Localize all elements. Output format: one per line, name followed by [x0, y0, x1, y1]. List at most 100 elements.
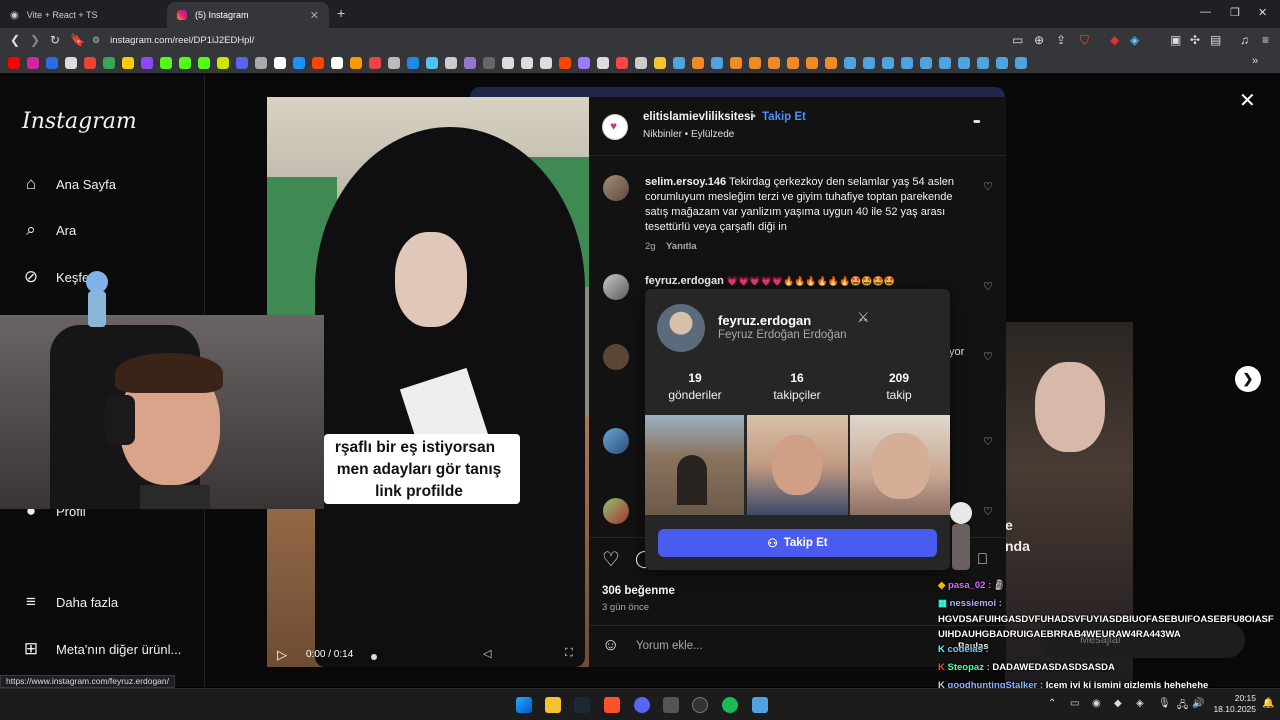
comment-avatar[interactable] — [603, 274, 629, 300]
bookmark-icon[interactable] — [768, 56, 780, 69]
volume-icon[interactable]: ◁ — [483, 647, 491, 660]
drive-icon[interactable] — [103, 56, 115, 69]
bookmark-icon[interactable] — [597, 56, 609, 69]
reddit-icon[interactable] — [559, 56, 571, 69]
x-icon[interactable] — [274, 56, 286, 69]
extension-icon[interactable]: ◆ — [1110, 33, 1119, 47]
steam-icon[interactable] — [977, 56, 989, 69]
steam-icon[interactable] — [920, 56, 932, 69]
share-icon[interactable]: ⇪ — [1056, 33, 1066, 47]
reply-button[interactable]: Yanıtla — [666, 241, 697, 252]
folder-icon[interactable] — [545, 697, 561, 713]
kick-icon[interactable] — [179, 56, 191, 69]
new-tab-icon[interactable]: + — [337, 5, 345, 21]
steam-icon[interactable] — [574, 697, 590, 713]
sidebar-item-more[interactable]: ≡ Daha fazla — [20, 591, 118, 613]
sidebar-icon[interactable]: ▤ — [1210, 33, 1221, 47]
follow-author-button[interactable]: Takip Et — [762, 111, 806, 123]
more-options-icon[interactable]: ••• — [973, 116, 980, 128]
youtube-icon[interactable] — [8, 56, 20, 69]
bookmark-icon[interactable] — [331, 56, 343, 69]
discord-icon[interactable] — [634, 697, 650, 713]
minimize-icon[interactable]: — — [1200, 6, 1211, 18]
instagram-logo[interactable]: Instagram — [22, 109, 137, 134]
steam-icon[interactable] — [901, 56, 913, 69]
save-icon[interactable]: ⎕ — [978, 551, 987, 568]
instagram-icon[interactable] — [27, 56, 39, 69]
steam-icon[interactable] — [939, 56, 951, 69]
steam-icon[interactable] — [844, 56, 856, 69]
maximize-icon[interactable]: ❐ — [1230, 6, 1240, 19]
like-comment-icon[interactable]: ♡ — [983, 505, 993, 518]
comment-avatar[interactable] — [603, 428, 629, 454]
comment-user[interactable]: selim.ersoy.146 — [645, 176, 726, 188]
bookmark-icon[interactable] — [407, 56, 419, 69]
bookmark-icon[interactable] — [540, 56, 552, 69]
twitch-icon[interactable] — [141, 56, 153, 69]
bookmark-icon[interactable] — [46, 56, 58, 69]
back-icon[interactable]: ❮ — [10, 33, 20, 47]
microphone-icon[interactable]: 🎙 — [1158, 698, 1171, 709]
bookmark-icon[interactable] — [217, 56, 229, 69]
popup-username[interactable]: feyruz.erdogan — [718, 313, 811, 328]
bookmark-icon[interactable] — [578, 56, 590, 69]
stat-posts[interactable]: 19 gönderiler — [645, 371, 745, 402]
brave-icon[interactable] — [604, 697, 620, 713]
emoji-icon[interactable]: ☺ — [602, 635, 619, 655]
audio-info[interactable]: Nikbinler • Eylülzede — [643, 129, 734, 140]
steam-icon[interactable] — [1015, 56, 1027, 69]
bookmark-icon[interactable] — [825, 56, 837, 69]
popup-thumbnail[interactable] — [747, 415, 848, 515]
puzzle-icon[interactable]: ✣ — [1190, 33, 1200, 47]
comment-avatar[interactable] — [603, 175, 629, 201]
bookmark-icon[interactable] — [787, 56, 799, 69]
bookmark-icon[interactable] — [730, 56, 742, 69]
gmail-icon[interactable] — [84, 56, 96, 69]
notification-icon[interactable]: 🔔 — [1262, 698, 1274, 709]
bookmark-icon[interactable] — [749, 56, 761, 69]
close-window-icon[interactable]: ✕ — [1258, 6, 1267, 19]
bookmark-icon[interactable]: 🔖 — [70, 33, 85, 47]
tab-vite[interactable]: ◉ Vite + React + TS — [0, 2, 165, 28]
clock[interactable]: 20:15 18.10.2025 — [1210, 693, 1256, 715]
next-reel-button[interactable]: ❯ — [1235, 366, 1261, 392]
music-icon[interactable]: ♫ — [1240, 33, 1249, 47]
bookmark-icon[interactable] — [388, 56, 400, 69]
bookmark-icon[interactable] — [464, 56, 476, 69]
bookmark-icon[interactable] — [806, 56, 818, 69]
stat-followers[interactable]: 16 takipçiler — [747, 371, 847, 402]
bookmark-icon[interactable] — [692, 56, 704, 69]
like-icon[interactable]: ♡ — [602, 547, 620, 572]
folder-icon[interactable] — [654, 56, 666, 69]
progress-knob[interactable] — [371, 654, 377, 660]
author-name[interactable]: elitislamievliliksitesi — [643, 111, 754, 123]
popup-avatar[interactable] — [657, 304, 705, 352]
forward-icon[interactable]: ❯ — [30, 33, 40, 47]
bookmark-icon[interactable] — [521, 56, 533, 69]
bookmark-icon[interactable] — [236, 56, 248, 69]
bookmark-icon[interactable] — [369, 56, 381, 69]
comment-avatar[interactable] — [603, 344, 629, 370]
app-icon[interactable] — [663, 697, 679, 713]
start-icon[interactable] — [516, 697, 532, 713]
like-comment-icon[interactable]: ♡ — [983, 350, 993, 363]
likes-count[interactable]: 306 beğenme — [602, 585, 675, 597]
app-icon[interactable] — [752, 697, 768, 713]
tray-icon[interactable]: ◈ — [1136, 698, 1144, 709]
stat-following[interactable]: 209 takip — [849, 371, 949, 402]
more-bookmarks-icon[interactable]: » — [1252, 55, 1258, 67]
bookmark-icon[interactable] — [445, 56, 457, 69]
play-icon[interactable]: ▷ — [277, 647, 287, 663]
network-icon[interactable]: 🖧 — [1177, 698, 1188, 715]
cast-icon[interactable]: ▭ — [1012, 33, 1023, 47]
bookmark-icon[interactable] — [502, 56, 514, 69]
brave-shield-icon[interactable]: ⛉ — [1080, 33, 1089, 48]
extension-icon[interactable]: ◈ — [1130, 33, 1139, 47]
tray-icon[interactable]: ▭ — [1070, 698, 1079, 709]
bookmark-icon[interactable] — [483, 56, 495, 69]
sidebar-item-search[interactable]: ⌕ Ara — [20, 219, 76, 241]
bookmark-icon[interactable] — [293, 56, 305, 69]
steam-icon[interactable] — [863, 56, 875, 69]
bookmark-icon[interactable] — [122, 56, 134, 69]
follow-button[interactable]: ⚇ Takip Et — [658, 529, 937, 557]
